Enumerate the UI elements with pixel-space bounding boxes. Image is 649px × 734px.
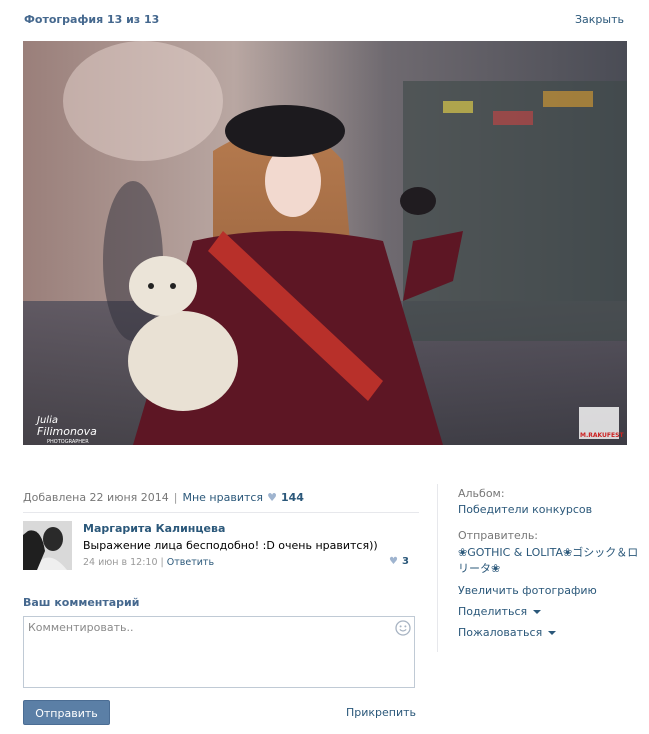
attach-link[interactable]: Прикрепить [346,706,416,719]
photo-counter-title: Фотография 13 из 13 [24,13,160,26]
album-label: Альбом: [458,487,505,500]
send-button[interactable]: Отправить [23,700,110,725]
like-count[interactable]: 144 [281,491,304,504]
added-date: Добавлена 22 июня 2014 [23,491,169,504]
sender-link[interactable]: ❀GOTHIC & LOLITA❀ゴシック＆ロ リータ❀ [458,544,638,576]
heart-icon[interactable]: ♥ [389,556,398,567]
chevron-down-icon [548,631,557,635]
smile-icon[interactable] [395,620,411,636]
reply-link[interactable]: Ответить [167,557,214,568]
sidebar-divider [437,484,438,652]
watermark-left-2: Filimonova [37,425,97,438]
share-menu[interactable]: Поделиться [458,605,542,618]
comment-like[interactable]: ♥ 3 [389,556,409,567]
photo[interactable]: Julia Filimonova PHOTOGRAPHER M.RAKUFEST [23,41,627,445]
watermark-right: M.RAKUFEST [580,432,624,439]
comment-text: Выражение лица бесподобно! :D очень нрав… [83,539,378,552]
avatar[interactable] [23,521,72,570]
comment-date[interactable]: 24 июн в 12:10 [83,557,158,568]
share-label[interactable]: Поделиться [458,605,527,618]
close-link[interactable]: Закрыть [575,13,624,26]
sender-name-line-1[interactable]: ❀GOTHIC & LOLITA❀ゴシック＆ロ [458,544,638,560]
divider [23,512,419,513]
photo-image: Julia Filimonova PHOTOGRAPHER M.RAKUFEST [23,41,627,445]
watermark-left-3: PHOTOGRAPHER [47,439,89,445]
photo-info: Добавлена 22 июня 2014 | Мне нравится ♥ 144 [23,491,304,504]
enlarge-photo-link[interactable]: Увеличить фотографию [458,584,597,597]
comment-meta: 24 июн в 12:10 | Ответить [83,557,214,568]
separator: | [173,491,178,504]
album-link[interactable]: Победители конкурсов [458,503,592,516]
comment-input[interactable] [23,616,415,688]
sender-name-line-2[interactable]: リータ❀ [458,560,638,576]
report-menu[interactable]: Пожаловаться [458,626,557,639]
separator: | [157,557,167,568]
chevron-down-icon [533,610,542,614]
comment-author[interactable]: Маргарита Калинцева [83,522,225,535]
like-button[interactable]: Мне нравится [182,491,263,504]
comment-like-count: 3 [401,556,409,567]
your-comment-heading: Ваш комментарий [23,596,140,609]
sender-label: Отправитель: [458,529,539,542]
report-label[interactable]: Пожаловаться [458,626,542,639]
heart-icon[interactable]: ♥ [267,491,277,504]
